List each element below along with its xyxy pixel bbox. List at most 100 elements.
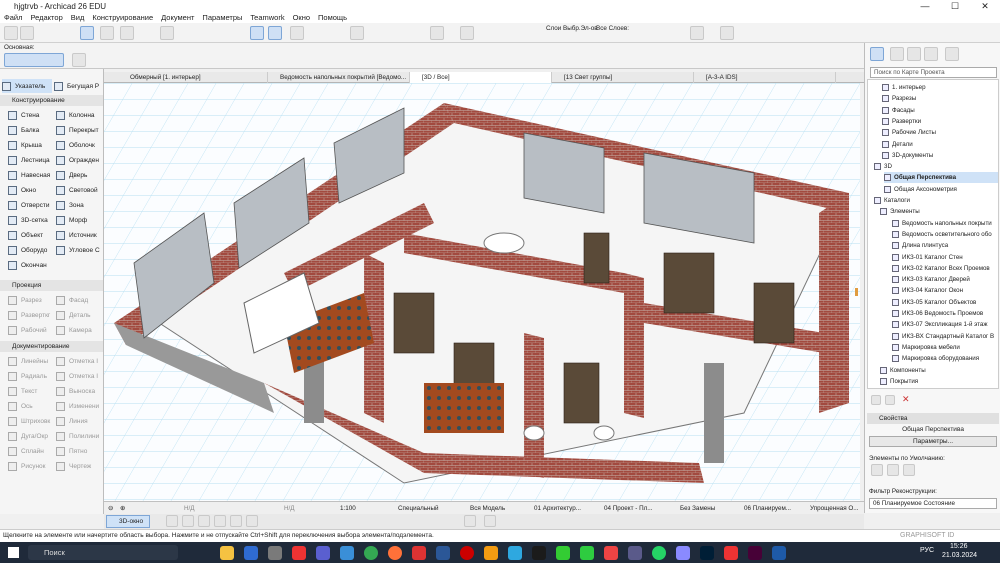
- tool-document-14[interactable]: Рисунок: [8, 459, 54, 473]
- project-map-icon[interactable]: [870, 47, 884, 61]
- navigator-item[interactable]: ИКЗ-06 Ведомость Проемов: [892, 308, 983, 319]
- tool-design-8[interactable]: Навесная: [8, 168, 54, 182]
- menu-window[interactable]: Окно: [289, 13, 314, 22]
- navigator-item[interactable]: Развертки: [882, 116, 921, 127]
- tool-viewpoint-4[interactable]: Рабочий: [8, 323, 54, 337]
- navigator-item[interactable]: 3D: [874, 161, 892, 172]
- magic-wand-icon[interactable]: [430, 26, 444, 40]
- app-icon-dark[interactable]: [532, 546, 546, 560]
- render-icon[interactable]: [720, 26, 734, 40]
- navigator-item[interactable]: Покрытия: [880, 376, 918, 387]
- tool-document-4[interactable]: Текст: [8, 384, 54, 398]
- navigator-item[interactable]: Маркировка оборудования: [892, 353, 979, 364]
- tool-design-20[interactable]: Окончан: [8, 258, 54, 272]
- maximize-button[interactable]: ☐: [940, 0, 970, 12]
- gravity-icon[interactable]: [250, 26, 264, 40]
- tool-design-7[interactable]: Огражден: [56, 153, 102, 167]
- clock-date[interactable]: 21.03.2024: [942, 552, 977, 559]
- renovation-value[interactable]: 06 Планируем...: [744, 503, 791, 514]
- vlc-icon[interactable]: [484, 546, 498, 560]
- navigator-item[interactable]: Компоненты: [880, 365, 926, 376]
- menu-edit[interactable]: Редактор: [26, 13, 66, 22]
- grid-snap-icon[interactable]: [268, 26, 282, 40]
- phone-icon[interactable]: [556, 546, 570, 560]
- tool-document-13[interactable]: Пятно: [56, 444, 102, 458]
- view-icon[interactable]: [690, 26, 704, 40]
- redo-icon[interactable]: [20, 26, 34, 40]
- trace-icon[interactable]: [290, 26, 304, 40]
- pen-set-value[interactable]: Специальный: [398, 503, 439, 514]
- camera-icon[interactable]: [464, 515, 476, 527]
- tool-design-18[interactable]: Оборудо: [8, 243, 54, 257]
- wireframe-icon[interactable]: [182, 515, 194, 527]
- properties-header[interactable]: Свойства: [867, 413, 999, 424]
- navigator-item[interactable]: ИКЗ-ВХ Стандартный Каталог В: [892, 331, 994, 342]
- tool-design-11[interactable]: Световой: [56, 183, 102, 197]
- navigator-item[interactable]: 1. интерьер: [882, 82, 926, 93]
- app-icon-blue[interactable]: [244, 546, 258, 560]
- archicad-icon[interactable]: [772, 546, 786, 560]
- section-icon[interactable]: [484, 515, 496, 527]
- cube-icon[interactable]: [166, 515, 178, 527]
- app-icon-red[interactable]: [292, 546, 306, 560]
- tool-design-5[interactable]: Оболочк: [56, 138, 102, 152]
- tool-design-16[interactable]: Объект: [8, 228, 54, 242]
- opera-icon[interactable]: [460, 546, 474, 560]
- navigator-item[interactable]: Фасады: [882, 105, 915, 116]
- menu-options[interactable]: Параметры: [198, 13, 246, 22]
- tool-marquee[interactable]: Бегущая Р: [54, 79, 103, 93]
- tool-design-9[interactable]: Дверь: [56, 168, 102, 182]
- tool-design-2[interactable]: Балка: [8, 123, 54, 137]
- tool-viewpoint-0[interactable]: Разрез: [8, 293, 54, 307]
- navigator-item[interactable]: ИКЗ-02 Каталог Всех Проемов: [892, 263, 990, 274]
- navigator-item[interactable]: ИКЗ-04 Каталог Окон: [892, 285, 963, 296]
- app-icon-lavender[interactable]: [676, 546, 690, 560]
- minimize-button[interactable]: —: [910, 0, 940, 12]
- tool-document-12[interactable]: Сплайн: [8, 444, 54, 458]
- undo-icon[interactable]: [4, 26, 18, 40]
- app-icon-purple[interactable]: [316, 546, 330, 560]
- tool-viewpoint-3[interactable]: Деталь: [56, 308, 102, 322]
- shading-icon[interactable]: [198, 515, 210, 527]
- app-icon-red3[interactable]: [604, 546, 618, 560]
- selection-method-icon[interactable]: [4, 53, 64, 67]
- section-design[interactable]: Конструирование: [0, 95, 103, 106]
- navigator-item[interactable]: ИКЗ-03 Каталог Дверей: [892, 274, 970, 285]
- language-indicator[interactable]: РУС: [920, 547, 934, 554]
- menu-file[interactable]: Файл: [0, 13, 26, 22]
- view-map-icon[interactable]: [890, 47, 904, 61]
- navigator-item[interactable]: Маркировка мебели: [892, 342, 960, 353]
- tool-document-7[interactable]: Изменени: [56, 399, 102, 413]
- tool-viewpoint-2[interactable]: Разверткг: [8, 308, 54, 322]
- navigator-item[interactable]: Ведомость осветительного обо: [892, 229, 992, 240]
- whatsapp-icon[interactable]: [652, 546, 666, 560]
- tool-document-8[interactable]: Штриховк: [8, 414, 54, 428]
- model-view-options-value[interactable]: 04 Проект - Пл...: [604, 503, 653, 514]
- viewport-scroll-marker[interactable]: [855, 288, 858, 296]
- tool-design-13[interactable]: Зона: [56, 198, 102, 212]
- model-view-value[interactable]: Вся Модель: [470, 503, 505, 514]
- app-icon-red4[interactable]: [724, 546, 738, 560]
- navigator-item[interactable]: Элементы: [880, 206, 920, 217]
- structure-display-value[interactable]: Упрощенная О...: [810, 503, 859, 514]
- tool-design-4[interactable]: Крыша: [8, 138, 54, 152]
- tab-light-groups[interactable]: [13 Свет группы]: [552, 72, 694, 83]
- windows-start-icon[interactable]: [8, 547, 19, 558]
- section-viewpoint[interactable]: Проекция: [0, 280, 103, 291]
- tool-document-2[interactable]: Радиаль: [8, 369, 54, 383]
- scale-value[interactable]: 1:100: [340, 503, 356, 514]
- navigator-item[interactable]: Каталоги: [874, 195, 910, 206]
- renovation-filter-select[interactable]: 06 Планируемое Состояние: [869, 498, 997, 509]
- tool-design-17[interactable]: Источник: [56, 228, 102, 242]
- filter-icon[interactable]: [460, 26, 474, 40]
- navigator-item[interactable]: Детали: [882, 139, 913, 150]
- tool-design-0[interactable]: Стена: [8, 108, 54, 122]
- snap-icon[interactable]: [120, 26, 134, 40]
- tool-design-12[interactable]: Отверсти: [8, 198, 54, 212]
- navigator-search-input[interactable]: Поиск по Карте Проекта: [870, 67, 997, 78]
- section-document[interactable]: Документирование: [0, 341, 103, 352]
- organizer-icon[interactable]: [945, 47, 959, 61]
- tool-design-15[interactable]: Морф: [56, 213, 102, 227]
- word-icon[interactable]: [436, 546, 450, 560]
- pointer-option-icon[interactable]: [72, 53, 86, 67]
